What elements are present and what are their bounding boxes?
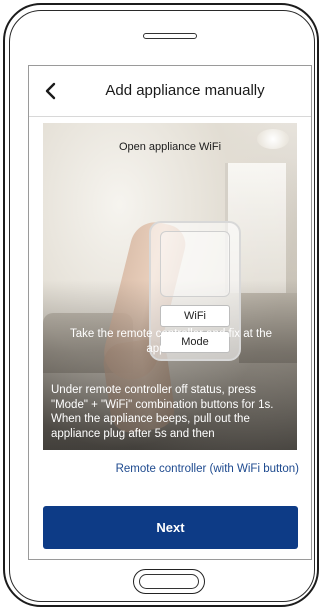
- remote-wifi-button: WiFi: [160, 305, 230, 327]
- illustration-instructions: Under remote controller off status, pres…: [51, 384, 274, 440]
- phone-mockup: Add appliance manually Open appliance Wi…: [0, 0, 324, 612]
- chevron-left-icon: [45, 82, 56, 100]
- page-title: Add appliance manually: [105, 82, 265, 99]
- next-button[interactable]: Next: [43, 506, 298, 549]
- remote-type-caption: Remote controller (with WiFi button): [115, 463, 299, 475]
- home-button[interactable]: [133, 569, 205, 594]
- app-header: Add appliance manually: [29, 66, 311, 117]
- speaker-grille: [143, 33, 197, 39]
- remote-display: [160, 231, 230, 297]
- illustration-heading: Open appliance WiFi: [118, 141, 222, 153]
- illustration-caption: Take the remote controller and fix at th…: [70, 328, 272, 355]
- instruction-illustration: Open appliance WiFi WiFi Mode Take the r…: [43, 123, 297, 450]
- back-button[interactable]: [37, 77, 63, 105]
- app-screen: Add appliance manually Open appliance Wi…: [28, 65, 312, 560]
